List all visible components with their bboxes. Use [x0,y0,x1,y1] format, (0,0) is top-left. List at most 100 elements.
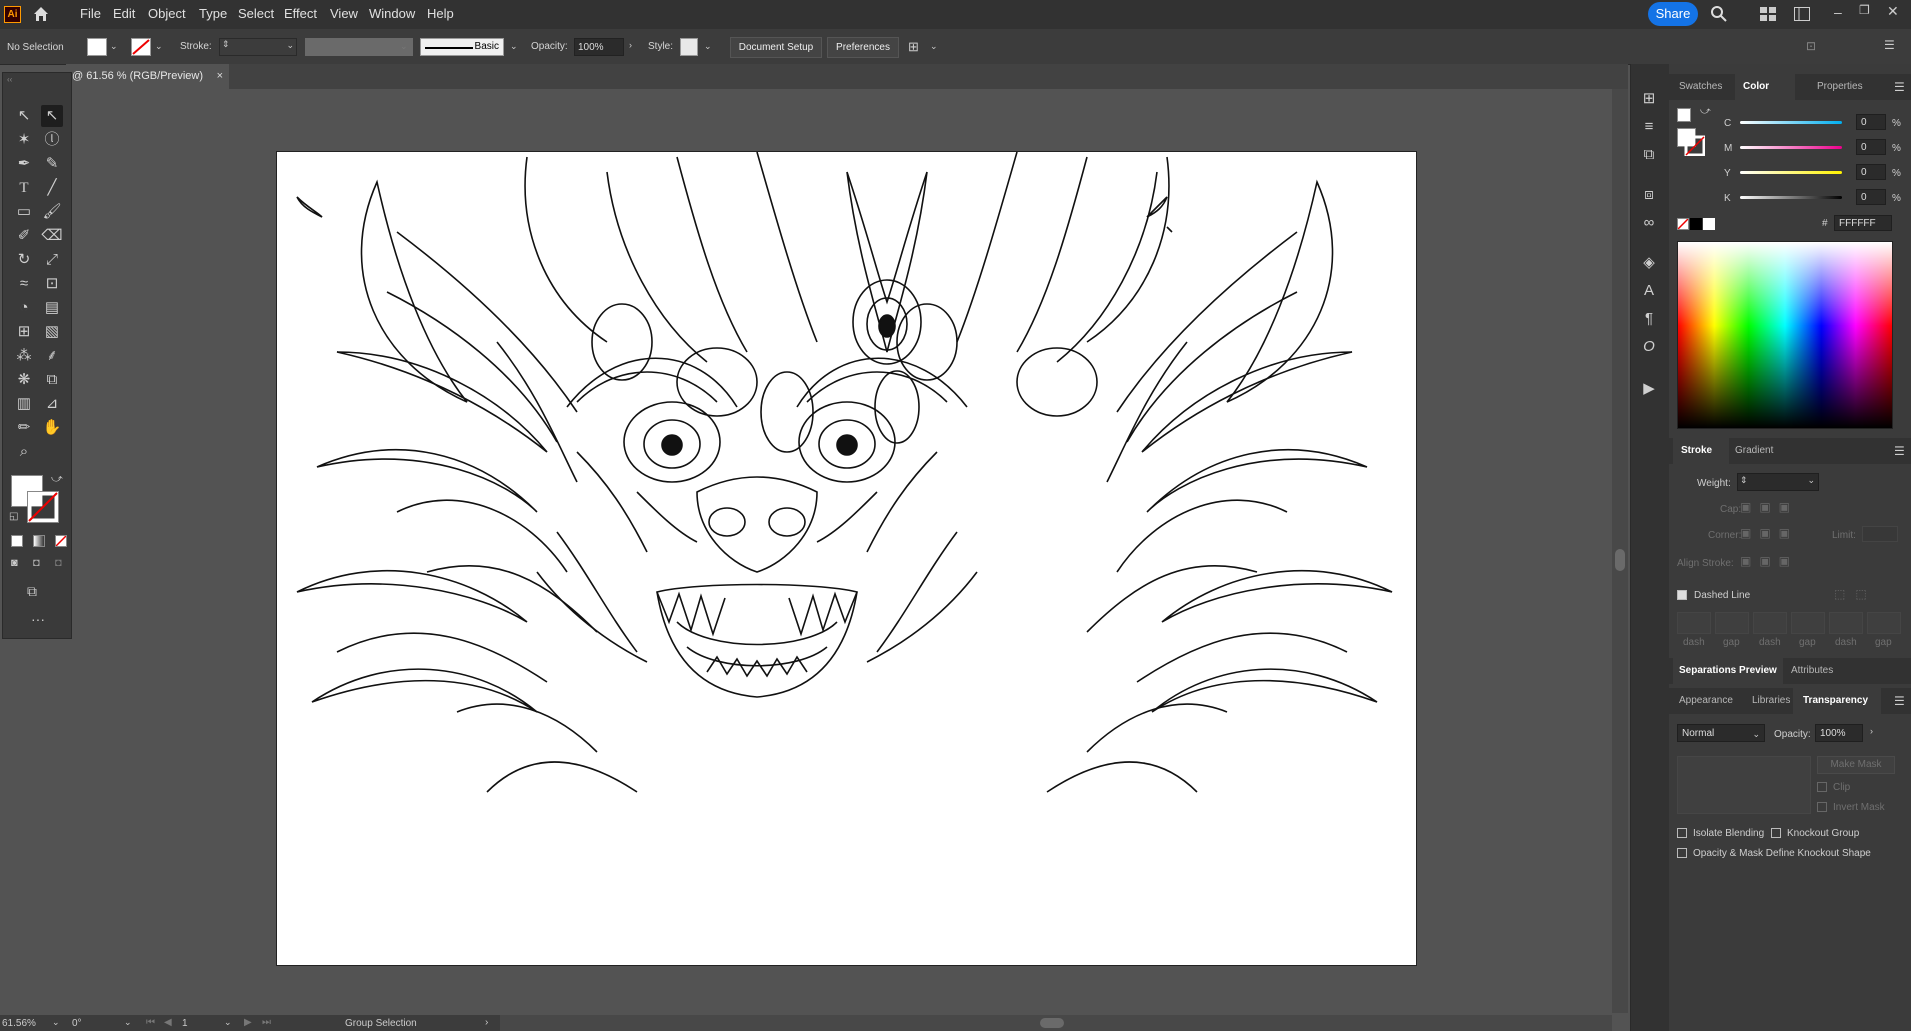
variable-width-profile[interactable] [305,38,413,56]
draw-inside-icon[interactable]: ◘ [55,557,62,569]
menu-edit[interactable]: Edit [113,6,135,21]
color-panel-fill-stroke[interactable] [1677,128,1706,157]
status-menu-icon[interactable]: › [485,1017,488,1028]
vertical-scroll-thumb[interactable] [1615,549,1625,571]
blend-mode-select[interactable]: Normal ⌄ [1677,724,1765,742]
menu-effect[interactable]: Effect [284,6,317,21]
document-setup-button[interactable]: Document Setup [730,37,822,58]
vertical-scrollbar[interactable] [1612,89,1628,1013]
edit-toolbar-icon[interactable]: ··· [31,611,45,627]
hex-value-field[interactable]: FFFFFF [1834,215,1892,231]
eraser-tool-icon[interactable]: ⌫ [41,225,63,247]
color-panel-fill-icon[interactable] [1677,108,1691,122]
gradient-tool-icon[interactable]: ▧ [41,321,63,343]
tab-transparency[interactable]: Transparency [1793,688,1881,714]
default-fill-stroke-icon[interactable]: ◱ [9,511,18,522]
character-panel-icon[interactable]: A [1640,282,1658,300]
fill-swatch[interactable] [87,38,107,56]
actions-panel-icon[interactable]: ▶ [1640,380,1658,398]
control-bar-menu-icon[interactable]: ☰ [1884,38,1895,52]
draw-behind-icon[interactable]: ◘ [33,557,40,569]
brush-definition[interactable]: Basic [420,38,504,56]
horizontal-scroll-thumb[interactable] [1040,1018,1064,1028]
zoom-level[interactable]: 61.56% [2,1018,36,1029]
selection-tool-icon[interactable]: ↖ [13,105,35,127]
share-button[interactable]: Share [1648,2,1698,26]
toolbar-grip[interactable]: ‹‹ [7,75,67,84]
channel-c-slider[interactable] [1740,121,1842,124]
rotation-value[interactable]: 0° [72,1018,82,1029]
tab-separations-preview[interactable]: Separations Preview [1673,658,1783,684]
isolate-blending-checkbox[interactable] [1677,828,1687,838]
tab-stroke[interactable]: Stroke [1673,438,1729,464]
lasso-tool-icon[interactable]: ⓛ [41,129,63,151]
curvature-tool-icon[interactable]: ✎ [41,153,63,175]
stroke-color-box[interactable] [26,490,60,524]
close-tab-icon[interactable]: × [217,64,223,89]
white-color-swatch[interactable] [1703,218,1715,230]
stroke-swatch[interactable] [131,38,151,56]
pathfinder-panel-icon[interactable]: ⧈ [1640,186,1658,204]
zoom-dropdown-icon[interactable]: ⌄ [52,1017,60,1028]
style-dropdown-icon[interactable]: ⌄ [704,41,712,52]
eyedropper-tool-icon[interactable]: ⸙ [41,345,63,367]
draw-normal-icon[interactable]: ◙ [11,557,18,569]
magic-wand-tool-icon[interactable]: ✶ [13,129,35,151]
artboard-dropdown-icon[interactable]: ⌄ [224,1017,232,1028]
channel-m-slider[interactable] [1740,146,1842,149]
search-icon[interactable] [1710,5,1728,26]
channel-y-value[interactable]: 0 [1856,164,1886,180]
last-artboard-icon[interactable]: ⏭ [262,1017,271,1028]
artboards-panel-icon[interactable]: ⊞ [1640,90,1658,108]
paintbrush-tool-icon[interactable]: 🖌 [41,201,63,223]
channel-y-slider[interactable] [1740,171,1842,174]
arrange-documents-icon[interactable] [1760,7,1776,24]
tab-appearance[interactable]: Appearance [1679,688,1733,714]
transparency-opacity-field[interactable]: 100% [1815,724,1863,742]
opentype-panel-icon[interactable]: O [1640,338,1658,356]
color-spectrum[interactable] [1677,241,1893,429]
menu-help[interactable]: Help [427,6,454,21]
transparency-panel-menu-icon[interactable]: ☰ [1894,694,1905,708]
channel-k-value[interactable]: 0 [1856,189,1886,205]
pen-tool-icon[interactable]: ✒ [13,153,35,175]
paragraph-panel-icon[interactable]: ¶ [1640,310,1658,328]
shaper-tool-icon[interactable]: ✐ [13,225,35,247]
color-mode-icon[interactable] [11,535,23,547]
menu-select[interactable]: Select [238,6,274,21]
shape-builder-tool-icon[interactable]: ◔ [13,297,35,319]
gradient-mode-icon[interactable] [33,535,45,547]
column-graph-tool-icon[interactable]: ▥ [13,393,35,415]
restore-icon[interactable]: ❐ [1859,3,1870,17]
links-panel-icon[interactable]: ∞ [1640,214,1658,232]
dash-gap-fields[interactable] [1677,612,1901,634]
tab-color[interactable]: Color [1735,74,1795,100]
rectangle-tool-icon[interactable]: ▭ [13,201,35,223]
transform-panel-icon[interactable]: ⧉ [1640,146,1658,164]
menu-file[interactable]: File [80,6,101,21]
channel-c-value[interactable]: 0 [1856,114,1886,130]
menu-view[interactable]: View [330,6,358,21]
channel-k-slider[interactable] [1740,196,1842,199]
align-stroke-buttons[interactable]: ▣▣▣ [1740,554,1796,570]
previous-artboard-icon[interactable]: ◀ [164,1017,172,1028]
black-color-swatch[interactable] [1690,218,1702,230]
stroke-dropdown-icon[interactable]: ⌄ [155,41,163,52]
mesh-tool-icon[interactable]: ⊞ [13,321,35,343]
limit-field[interactable] [1862,526,1898,542]
rotation-dropdown-icon[interactable]: ⌄ [124,1017,132,1028]
tab-gradient[interactable]: Gradient [1735,438,1773,464]
line-segment-tool-icon[interactable]: ╱ [41,177,63,199]
transparency-opacity-arrow-icon[interactable]: › [1870,726,1873,736]
arrange-icon[interactable]: ⊡ [1806,39,1816,53]
clip-checkbox[interactable] [1817,782,1827,792]
artboard[interactable] [276,151,1417,966]
dashed-line-checkbox[interactable] [1677,590,1687,600]
knockout-group-checkbox[interactable] [1771,828,1781,838]
close-icon[interactable]: ✕ [1887,3,1899,20]
color-panel-swap-icon[interactable]: ⤻ [1700,106,1711,117]
perspective-grid-tool-icon[interactable]: ▤ [41,297,63,319]
scale-tool-icon[interactable]: ⤢ [41,249,63,271]
artboard-number[interactable]: 1 [182,1018,188,1029]
zoom-tool-icon[interactable]: ⌕ [13,441,35,463]
